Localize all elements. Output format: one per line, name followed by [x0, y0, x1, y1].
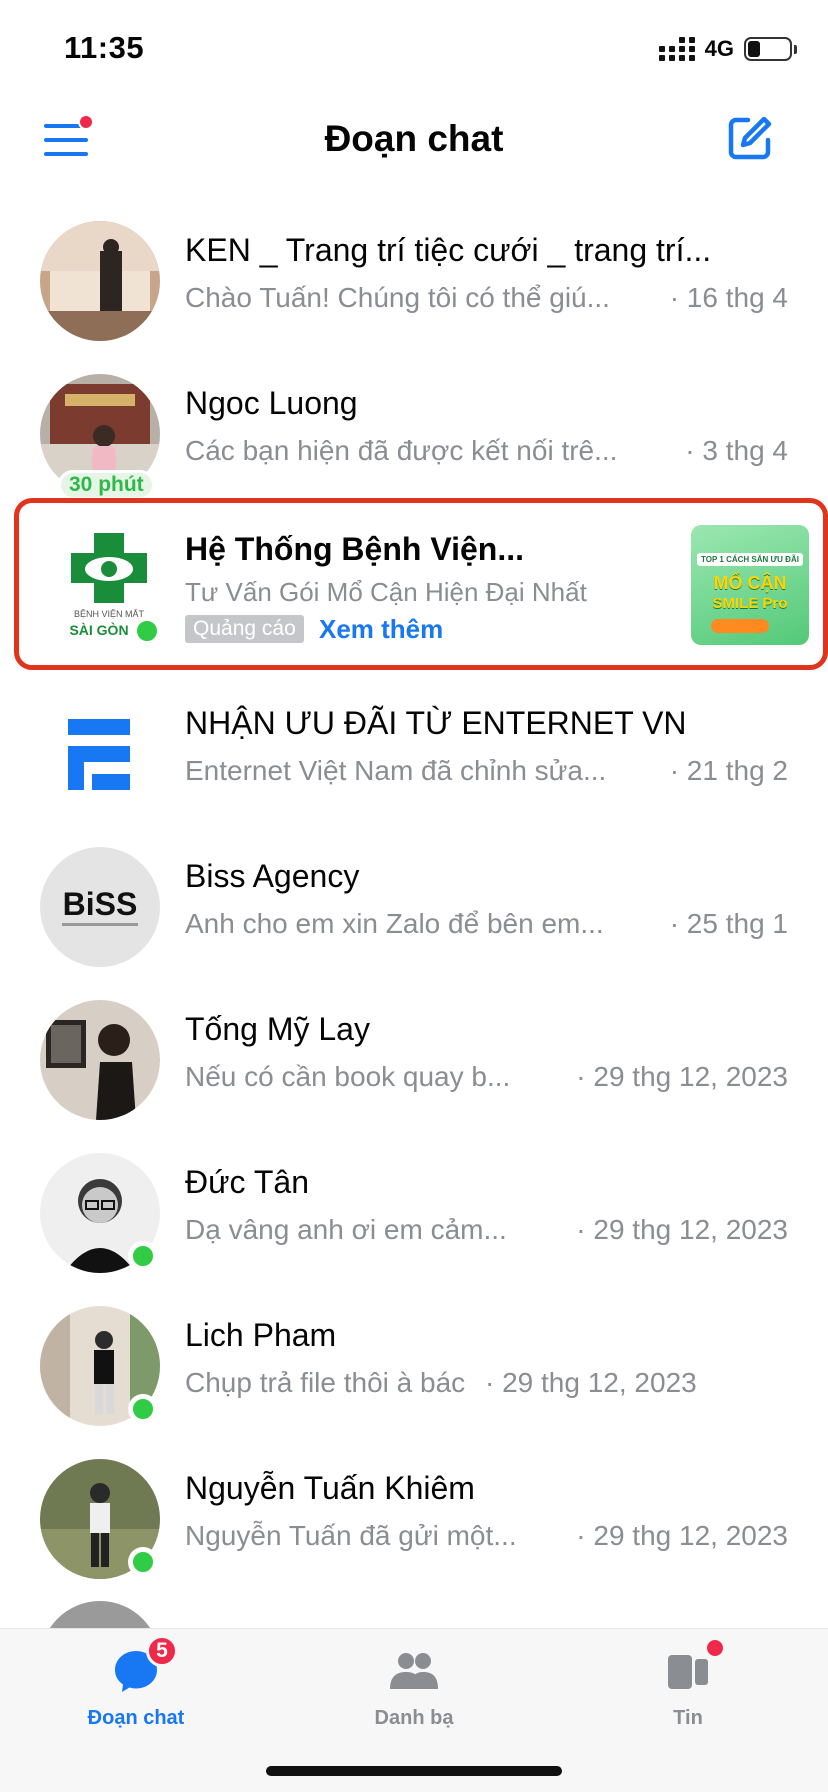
chat-preview: Anh cho em xin Zalo để bên em... — [185, 908, 604, 939]
chat-name: KEN _ Trang trí tiệc cưới _ trang trí... — [185, 232, 712, 268]
notification-dot — [704, 1637, 726, 1659]
status-indicators: 4G — [658, 36, 797, 62]
chat-time: · 3 thg 4 — [685, 435, 788, 466]
chat-preview: Chào Tuấn! Chúng tôi có thể giú... — [185, 282, 610, 313]
chat-row[interactable]: KEN _ Trang trí tiệc cưới _ trang trí...… — [0, 200, 828, 353]
chat-row[interactable]: BiSS Biss Agency Anh cho em xin Zalo để … — [0, 826, 828, 979]
active-time-chip: 30 phút — [58, 470, 155, 500]
chat-name: Biss Agency — [185, 858, 360, 894]
home-indicator — [266, 1766, 562, 1776]
ad-image-text: MỔ CẬN — [713, 573, 787, 593]
signal-icon — [658, 37, 695, 61]
avatar — [40, 694, 160, 814]
network-type: 4G — [704, 36, 734, 61]
chat-name: Tống Mỹ Lay — [185, 1011, 370, 1047]
sponsored-tag: Quảng cáo — [185, 615, 304, 643]
chat-row[interactable]: 30 phút Ngoc Luong Các bạn hiện đã được … — [0, 353, 828, 506]
sponsored-chat-row[interactable]: BỆNH VIỆN MẮT SÀI GÒN Hệ Thống Bệnh Viện… — [14, 498, 828, 670]
avatar: BiSS — [40, 847, 160, 967]
avatar — [40, 221, 160, 341]
tab-chats[interactable]: 5 Đoạn chat — [36, 1629, 236, 1749]
chat-row[interactable]: Tống Mỹ Lay Nếu có cần book quay b... · … — [0, 979, 828, 1132]
chat-time: · 21 thg 2 — [669, 755, 788, 786]
chat-preview: Nguyễn Tuấn đã gửi một... — [185, 1520, 517, 1551]
avatar — [40, 1000, 160, 1120]
status-time: 11:35 — [64, 30, 145, 65]
ad-description: Tư Vấn Gói Mổ Cận Hiện Đại Nhất — [185, 577, 587, 607]
chat-name: Đức Tân — [185, 1164, 309, 1200]
tab-label: Đoạn chat — [87, 1707, 185, 1729]
online-indicator — [128, 1394, 158, 1424]
chat-preview: Enternet Việt Nam đã chỉnh sửa... — [185, 755, 607, 786]
tab-label: Tin — [673, 1707, 703, 1729]
chat-time: · 16 thg 4 — [669, 282, 788, 313]
people-icon — [390, 1653, 438, 1689]
compose-button[interactable] — [726, 114, 774, 162]
chat-time: · 25 thg 1 — [669, 908, 788, 939]
chat-row[interactable]: Lich Pham Chụp trả file thôi à bác · 29 … — [0, 1285, 828, 1438]
logo-text: BỆNH VIỆN MẮT — [74, 609, 145, 619]
hospital-logo: BỆNH VIỆN MẮT SÀI GÒN — [59, 533, 161, 645]
ad-image-text: SMILE Pro — [712, 595, 788, 612]
tab-label: Danh bạ — [374, 1707, 454, 1729]
chat-time: · 29 thg 12, 2023 — [576, 1214, 788, 1245]
compose-icon — [728, 116, 772, 160]
see-more-link[interactable]: Xem thêm — [319, 614, 443, 645]
online-indicator — [133, 617, 161, 645]
chat-row[interactable]: Đức Tân Dạ vâng anh ơi em cảm... · 29 th… — [0, 1132, 828, 1285]
battery-icon — [744, 37, 797, 61]
unread-badge: 5 — [146, 1635, 178, 1667]
svg-text:BiSS: BiSS — [63, 886, 138, 922]
ad-image-text: TOP 1 CÁCH SĂN ƯU ĐÃI — [697, 553, 803, 566]
chat-row[interactable]: NHẬN ƯU ĐÃI TỪ ENTERNET VN Enternet Việt… — [0, 673, 828, 826]
chat-list[interactable]: KEN _ Trang trí tiệc cưới _ trang trí...… — [0, 184, 828, 1628]
chat-row[interactable]: Nguyễn Tuấn Khiêm Nguyễn Tuấn đã gửi một… — [0, 1438, 828, 1591]
chat-preview: Chụp trả file thôi à bác — [185, 1367, 466, 1398]
chat-time: · 29 thg 12, 2023 — [576, 1061, 788, 1092]
page-title: Đoạn chat — [324, 118, 504, 159]
chat-name: Lich Pham — [185, 1317, 337, 1353]
chat-name: Nguyễn Tuấn Khiêm — [185, 1470, 475, 1506]
chat-preview: Các bạn hiện đã được kết nối trê... — [185, 435, 618, 466]
status-bar: 11:35 4G — [0, 0, 828, 100]
logo-text: SÀI GÒN — [69, 621, 128, 638]
chat-row-partial[interactable] — [0, 1601, 828, 1628]
chat-preview: Nếu có cần book quay b... — [185, 1061, 511, 1092]
ad-name: Hệ Thống Bệnh Viện... — [185, 531, 524, 567]
avatar — [40, 1601, 160, 1628]
chat-name: NHẬN ƯU ĐÃI TỪ ENTERNET VN — [185, 705, 687, 741]
tab-stories[interactable]: Tin — [588, 1629, 788, 1749]
ad-image[interactable]: TOP 1 CÁCH SĂN ƯU ĐÃI MỔ CẬN SMILE Pro — [691, 525, 809, 645]
online-indicator — [128, 1241, 158, 1271]
chat-time: · 29 thg 12, 2023 — [576, 1520, 788, 1551]
chat-name: Ngoc Luong — [185, 385, 358, 421]
chat-preview: Dạ vâng anh ơi em cảm... — [185, 1214, 507, 1245]
tab-contacts[interactable]: Danh bạ — [314, 1629, 514, 1749]
online-indicator — [128, 1547, 158, 1577]
chat-time: · 29 thg 12, 2023 — [485, 1367, 697, 1398]
header: Đoạn chat — [0, 100, 828, 184]
